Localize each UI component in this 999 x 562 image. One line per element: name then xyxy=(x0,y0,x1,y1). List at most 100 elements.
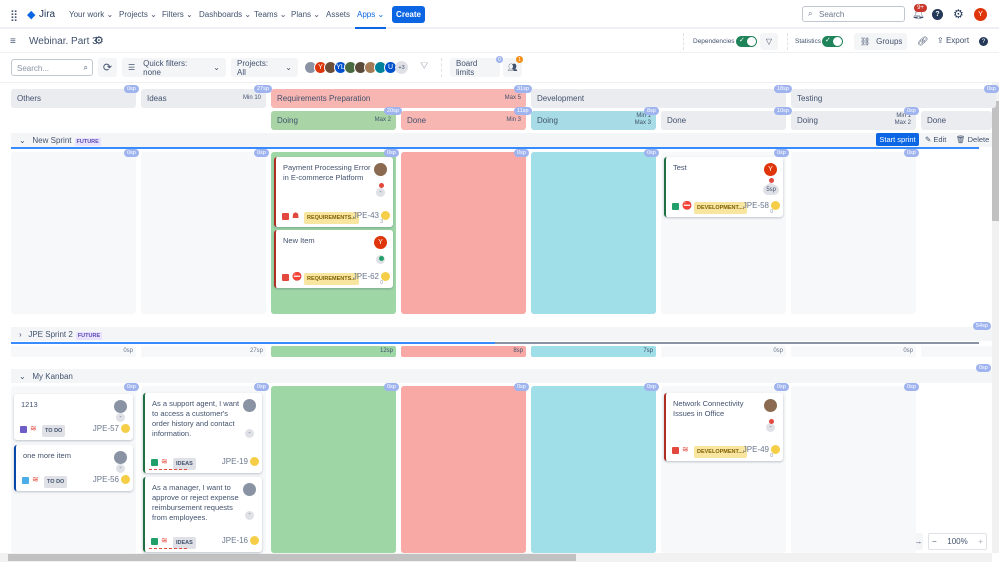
column-header[interactable]: Others xyxy=(11,89,136,108)
assignee-avatar[interactable]: Y xyxy=(374,236,387,249)
issue-card[interactable]: As a manager, I want to approve or rejec… xyxy=(143,477,262,552)
priority-icon: ≋ xyxy=(32,475,39,484)
zoom-in-button[interactable]: + xyxy=(978,537,983,546)
column-header[interactable]: Testing xyxy=(791,89,996,108)
assignee-avatar[interactable] xyxy=(114,451,127,464)
subcolumn-header[interactable]: Done xyxy=(921,111,992,130)
settings-icon[interactable]: ⚙ xyxy=(953,7,964,21)
assignee-avatar[interactable] xyxy=(243,399,256,412)
card-counter: 0 xyxy=(380,280,383,286)
app-switcher-icon[interactable]: ⣿ xyxy=(10,9,18,22)
issue-card[interactable]: Network Connectivity Issues in Office ≋ DE… xyxy=(664,393,783,461)
start-sprint-button[interactable]: Start sprint xyxy=(876,133,919,146)
issue-key[interactable]: JPE-58 xyxy=(743,201,769,211)
export-button[interactable]: ⇪ Export xyxy=(937,36,969,45)
vertical-scroll-thumb[interactable] xyxy=(992,101,999,221)
issue-card[interactable]: one more item ≋ TO DO JPE-56 - xyxy=(14,445,133,491)
edit-sprint-button[interactable]: ✎ Edit xyxy=(922,133,951,146)
issue-key[interactable]: JPE-16 xyxy=(222,536,248,546)
nav-label: Projects xyxy=(119,10,148,19)
horizontal-scroll-thumb[interactable] xyxy=(8,554,576,561)
clear-filter-icon[interactable]: ⛛ xyxy=(420,61,428,72)
dependencies-toggle[interactable] xyxy=(736,36,757,47)
dependency-filter-icon[interactable]: ▽ xyxy=(760,33,778,50)
board-help-icon[interactable]: ? xyxy=(979,37,988,46)
nav-plans[interactable]: Plans ⌄ xyxy=(291,10,320,19)
subcolumn-header[interactable]: Doing Min 1 Max 3 xyxy=(531,111,656,130)
link-icon[interactable]: 🔗︎ xyxy=(917,36,928,47)
create-button[interactable]: Create xyxy=(392,6,425,23)
issue-key[interactable]: JPE-49 xyxy=(743,445,769,455)
subcolumn-header[interactable]: Doing Max 2 xyxy=(271,111,396,130)
column-header[interactable]: Ideas Min 10 xyxy=(141,89,266,108)
quick-filters-dropdown[interactable]: ☰ Quick filters: none ⌄ xyxy=(122,58,226,77)
priority-icon: ⛔ xyxy=(292,272,302,281)
nav-projects[interactable]: Projects ⌄ xyxy=(119,10,157,19)
projects-dropdown[interactable]: Projects: All ⌄ xyxy=(231,58,298,77)
assignee-avatar[interactable]: Y xyxy=(764,163,777,176)
delete-sprint-button[interactable]: 🗑︎ Delete xyxy=(953,133,989,146)
issue-card[interactable]: Payment Processing Error in E-commerce P… xyxy=(274,157,393,227)
jira-logo[interactable]: Jira xyxy=(39,9,55,20)
issue-key[interactable]: JPE-19 xyxy=(222,457,248,467)
assignee-avatar[interactable] xyxy=(764,399,777,412)
swimlane-new-sprint[interactable]: ⌄ New Sprint FUTURE xyxy=(11,133,996,147)
issue-card[interactable]: TestY⛔DEVELOPMENT....JPE-58-5sp0 xyxy=(664,157,783,217)
nav-apps[interactable]: Apps ⌄ xyxy=(354,10,387,29)
jira-logo-icon[interactable]: ◆ xyxy=(27,8,35,21)
issue-key[interactable]: JPE-43 xyxy=(353,211,379,221)
board-limits-button[interactable]: Board limits xyxy=(450,58,500,77)
vertical-scrollbar[interactable] xyxy=(992,83,999,553)
more-assignees-badge[interactable]: +3 xyxy=(395,61,408,74)
refresh-button[interactable]: ⟳ xyxy=(98,58,117,77)
board-settings-icon[interactable]: ⚙ xyxy=(94,34,104,47)
subcolumn-header[interactable]: Done Min 3 xyxy=(401,111,526,130)
assignee-avatar[interactable] xyxy=(374,163,387,176)
refresh-icon: ⟳ xyxy=(102,62,113,74)
sprint-column-summary: 7sp xyxy=(531,346,656,357)
subcolumn-header[interactable]: Done xyxy=(661,111,786,130)
user-avatar[interactable]: Y xyxy=(974,8,987,21)
sidebar-toggle-icon[interactable]: ≡ xyxy=(10,36,16,47)
trash-icon: 🗑︎ xyxy=(956,135,966,144)
assignee-avatar[interactable] xyxy=(114,400,127,413)
subcolumn-name: Doing xyxy=(537,116,558,125)
subcolumn-limit: Min 3 xyxy=(506,117,521,123)
zoom-control: − 100% + xyxy=(928,533,987,550)
swimlane-my-kanban[interactable]: ⌄ My Kanban xyxy=(11,369,996,383)
issue-type-icon xyxy=(22,477,29,484)
lane-name: My Kanban xyxy=(32,372,73,381)
nav-your-work[interactable]: Your work ⌄ xyxy=(69,10,113,19)
zoom-level: 100% xyxy=(947,537,968,546)
issue-card[interactable]: As a support agent, I want to access a c… xyxy=(143,393,262,473)
quick-filters-label: Quick filters: none xyxy=(143,58,188,77)
issue-key[interactable]: JPE-62 xyxy=(353,272,379,282)
issue-card[interactable]: 1213 ≋ TO DO JPE-57 - xyxy=(14,394,133,440)
nav-filters[interactable]: Filters ⌄ xyxy=(162,10,193,19)
global-search-input[interactable]: ⌕ Search xyxy=(802,6,905,22)
pencil-icon: ✎ xyxy=(925,135,932,144)
filter-lines-icon: ☰ xyxy=(128,63,136,72)
nav-assets[interactable]: Assets xyxy=(326,10,350,19)
horizontal-scrollbar[interactable] xyxy=(0,553,992,562)
column-name: Development xyxy=(537,94,585,103)
column-header[interactable]: Requirements Preparation Max 5 xyxy=(271,89,526,108)
zoom-out-button[interactable]: − xyxy=(932,537,937,546)
nav-teams[interactable]: Teams ⌄ xyxy=(254,10,287,19)
chevron-down-icon: ⌄ xyxy=(19,372,26,381)
priority-icon: ≋ xyxy=(161,457,168,466)
subcolumn-header[interactable]: Doing Min 1 Max 2 xyxy=(791,111,916,130)
help-icon[interactable]: ? xyxy=(932,9,943,20)
swimlane-jpe-sprint-2[interactable]: › JPE Sprint 2 FUTURE xyxy=(11,327,996,341)
nav-dashboards[interactable]: Dashboards ⌄ xyxy=(199,10,251,19)
issue-key[interactable]: JPE-56 xyxy=(93,475,119,485)
board-search-input[interactable]: Search... ⌕ xyxy=(11,59,93,76)
card-title: Payment Processing Error in E-commerce P… xyxy=(283,163,371,182)
priority-icon: ≋ xyxy=(161,536,168,545)
issue-key[interactable]: JPE-57 xyxy=(93,424,119,434)
column-header[interactable]: Development xyxy=(531,89,786,108)
statistics-toggle[interactable] xyxy=(822,36,843,47)
issue-card[interactable]: New ItemY⛔REQUIREMENTS...JPE-62-0 xyxy=(274,230,393,288)
assignee-avatar[interactable] xyxy=(243,483,256,496)
groups-button[interactable]: ⛓ Groups xyxy=(854,33,907,50)
